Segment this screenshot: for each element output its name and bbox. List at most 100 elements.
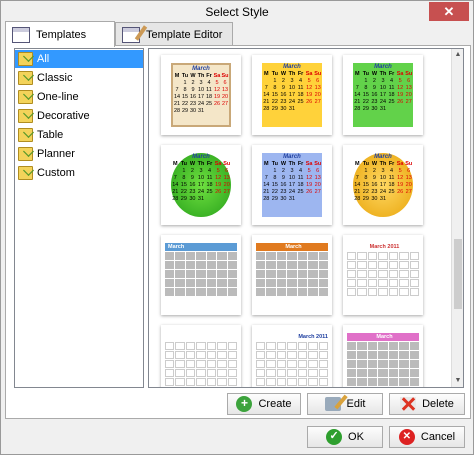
category-item-classic[interactable]: Classic (15, 69, 143, 87)
weekday-label: Fr (206, 73, 212, 79)
template-tile[interactable]: March M Tu W Th Fr Sa Su 1 2 3 4 5 6 7 8 9 10 11 12 13 14 15 16… (252, 55, 332, 135)
day-cell (404, 106, 413, 113)
template-tile[interactable]: March M Tu W Th Fr Sa Su 1 2 3 4 5 6 7 8 9 10 11 12 13 14 15 16… (252, 145, 332, 225)
create-button[interactable]: + Create (227, 393, 301, 415)
day-cell: 10 (197, 87, 205, 93)
template-tile[interactable]: March 2011 (343, 235, 423, 315)
preview-cell (357, 270, 367, 278)
category-item-decorative[interactable]: Decorative (15, 107, 143, 125)
day-cell: 15 (180, 182, 187, 188)
scroll-thumb[interactable] (454, 239, 462, 309)
day-cell: 21 (263, 189, 270, 195)
preview-cell (196, 369, 206, 377)
close-icon[interactable]: ✕ (429, 2, 469, 21)
day-cell: 23 (280, 99, 287, 105)
day-cell: 8 (182, 175, 186, 181)
day-cell: 19 (306, 92, 313, 98)
day-cell: 18 (297, 92, 304, 98)
day-cell: 12 (397, 85, 404, 91)
day-cell: 26 (215, 189, 222, 195)
category-item-custom[interactable]: Custom (15, 164, 143, 182)
preview-cell (287, 252, 297, 260)
template-tile[interactable]: March (252, 235, 332, 315)
day-cell (396, 196, 405, 203)
template-tile[interactable]: March M Tu W Th Fr Sa Su 1 2 3 4 5 6 7 8 9 10 11 12 13 14 15 16… (161, 55, 241, 135)
category-list[interactable]: All Classic One-line Decorative Table Pl… (14, 48, 144, 388)
preview-cell (175, 351, 185, 359)
preview-cell (276, 279, 287, 287)
template-tile[interactable]: March (343, 325, 423, 387)
day-cell: 14 (354, 92, 361, 98)
folder-check-icon (18, 166, 33, 180)
day-cell: 27 (223, 189, 230, 195)
weekday-label: Th (379, 161, 387, 167)
preview-cell (217, 378, 227, 386)
delete-button[interactable]: Delete (389, 393, 465, 415)
category-item-table[interactable]: Table (15, 126, 143, 144)
day-cell: 13 (223, 175, 230, 181)
template-tile[interactable]: March (161, 235, 241, 315)
preview-cell (357, 360, 367, 368)
preview-month: March (192, 66, 210, 72)
day-cell: 3 (381, 168, 385, 174)
weekday-label: Th (197, 161, 205, 167)
preview-cell (227, 261, 237, 269)
folder-check-icon (18, 128, 33, 142)
day-cell: 24 (288, 99, 296, 105)
template-tile[interactable] (161, 325, 241, 387)
category-item-one-line[interactable]: One-line (15, 88, 143, 106)
table-calendar-preview: March (165, 243, 237, 309)
gallery-scrollbar[interactable]: ▲ ▼ (451, 49, 463, 387)
preview-cell (409, 252, 419, 260)
ok-button[interactable]: ✓ OK (307, 426, 383, 448)
scroll-down-icon[interactable]: ▼ (452, 375, 463, 387)
day-cell: 7 (264, 85, 268, 91)
edit-button[interactable]: Edit (307, 393, 383, 415)
template-tile[interactable]: March M Tu W Th Fr Sa Su 1 2 3 4 5 6 7 8 9 10 11 12 13 14 15 16… (343, 55, 423, 135)
day-cell: 20 (314, 182, 321, 188)
preview-cell (409, 378, 419, 386)
preview-cells (347, 342, 419, 386)
day-cell: 21 (354, 99, 361, 105)
preview-cell (308, 351, 318, 359)
weekday-label: Tu (362, 71, 369, 77)
category-item-planner[interactable]: Planner (15, 145, 143, 163)
template-tile[interactable]: March M Tu W Th Fr Sa Su 1 2 3 4 5 6 7 8 9 10 11 12 13 14 15 16… (161, 145, 241, 225)
tab-templates[interactable]: Templates (5, 21, 115, 47)
day-cell: 13 (405, 85, 412, 91)
preview-cell (206, 378, 217, 386)
preview-cell (185, 261, 196, 269)
preview-month: March 2011 (369, 244, 400, 250)
scroll-up-icon[interactable]: ▲ (452, 49, 463, 61)
template-tile[interactable]: March 2011 (252, 325, 332, 387)
preview-cell (185, 360, 196, 368)
day-cell: 20 (221, 94, 229, 100)
template-tile[interactable]: March M Tu W Th Fr Sa Su 1 2 3 4 5 6 7 8 9 10 11 12 13 14 15 16… (343, 145, 423, 225)
day-cell (353, 78, 362, 85)
preview-cell (256, 342, 266, 350)
category-item-all[interactable]: All (15, 50, 143, 68)
preview-cell (388, 360, 399, 368)
day-cell: 7 (355, 175, 359, 181)
calendar-edit-icon (122, 27, 140, 43)
day-cell: 17 (379, 92, 387, 98)
cancel-button[interactable]: ✕ Cancel (389, 426, 465, 448)
preview-cell (367, 369, 378, 377)
day-cell: 8 (273, 85, 277, 91)
preview-cell (367, 288, 378, 296)
day-cell: 27 (314, 189, 321, 195)
preview-cell (347, 369, 357, 377)
day-cell: 15 (362, 92, 369, 98)
preview-cell (308, 252, 318, 260)
preview-cell (357, 279, 367, 287)
day-cell (221, 108, 229, 115)
tab-template-editor[interactable]: Template Editor (115, 22, 233, 47)
preview-cell (399, 288, 409, 296)
weekday-label: Sa (396, 161, 404, 167)
preview-cell (165, 360, 175, 368)
preview-cell (165, 270, 175, 278)
day-cell: 28 (354, 196, 361, 202)
preview-cell (367, 378, 378, 386)
day-cell: 28 (354, 106, 361, 112)
preview-grid: M Tu W Th Fr Sa Su 1 2 3 4 5 6 7 8 9 10 11 12 13 14 15 16 17 18 1… (262, 161, 322, 203)
